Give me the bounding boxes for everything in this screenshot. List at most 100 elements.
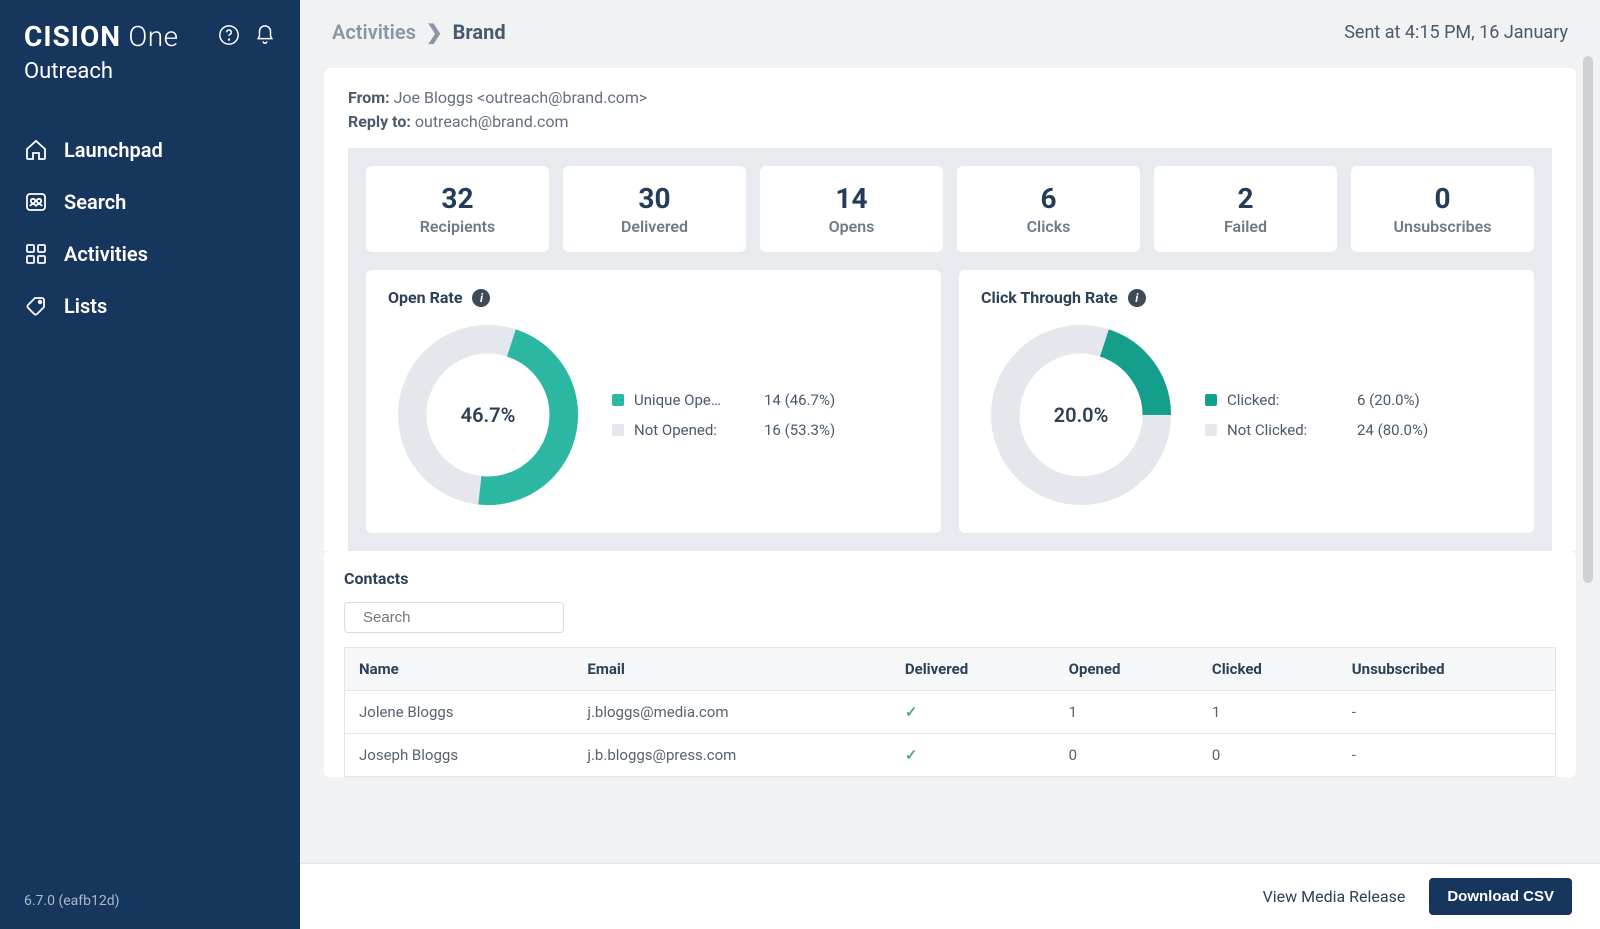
contacts-icon bbox=[24, 190, 48, 214]
sidebar-item-label: Activities bbox=[64, 242, 148, 266]
table-header: Name bbox=[345, 648, 574, 691]
reply-to-line: Reply to: outreach@brand.com bbox=[348, 110, 1552, 134]
help-icon[interactable] bbox=[218, 24, 240, 50]
stat-label: Unsubscribes bbox=[1359, 217, 1526, 236]
cell-delivered: ✓ bbox=[891, 691, 1055, 734]
breadcrumb-parent[interactable]: Activities bbox=[332, 20, 416, 44]
stat-box: 6 Clicks bbox=[957, 166, 1140, 252]
sidebar-item-launchpad[interactable]: Launchpad bbox=[0, 124, 300, 176]
stat-box: 14 Opens bbox=[760, 166, 943, 252]
stat-box: 0 Unsubscribes bbox=[1351, 166, 1534, 252]
from-line: From: Joe Bloggs <outreach@brand.com> bbox=[348, 86, 1552, 110]
cell-opened: 1 bbox=[1055, 691, 1198, 734]
stat-label: Delivered bbox=[571, 217, 738, 236]
cell-delivered: ✓ bbox=[891, 734, 1055, 777]
scrollbar[interactable] bbox=[1583, 56, 1593, 583]
table-row[interactable]: Joseph Bloggs j.b.bloggs@press.com ✓ 0 0… bbox=[345, 734, 1556, 777]
legend-swatch bbox=[1205, 424, 1217, 436]
app-logo: CISION One bbox=[24, 20, 179, 53]
bell-icon[interactable] bbox=[254, 24, 276, 50]
open-rate-value: 46.7% bbox=[388, 315, 588, 515]
stat-label: Failed bbox=[1162, 217, 1329, 236]
legend-swatch bbox=[612, 394, 624, 406]
sidebar-item-label: Launchpad bbox=[64, 138, 163, 162]
download-csv-button[interactable]: Download CSV bbox=[1429, 878, 1572, 915]
ctr-card: Click Through Rate i 20.0% Cli bbox=[959, 270, 1534, 533]
sidebar-item-label: Search bbox=[64, 190, 126, 214]
table-header: Email bbox=[573, 648, 890, 691]
contacts-search-input[interactable] bbox=[363, 609, 562, 626]
stat-label: Recipients bbox=[374, 217, 541, 236]
app-version: 6.7.0 (eafb12d) bbox=[0, 893, 300, 909]
stat-value: 30 bbox=[571, 182, 738, 215]
cell-clicked: 0 bbox=[1198, 734, 1338, 777]
tag-icon bbox=[24, 294, 48, 318]
breadcrumb: Activities ❯ Brand bbox=[332, 20, 506, 44]
contacts-title: Contacts bbox=[344, 569, 1556, 588]
stat-box: 2 Failed bbox=[1154, 166, 1337, 252]
sidebar-nav: Launchpad Search Activities Lists bbox=[0, 100, 300, 893]
legend-row: Unique Ope… 14 (46.7%) bbox=[612, 391, 919, 409]
legend-value: 16 (53.3%) bbox=[764, 421, 835, 439]
legend-label: Unique Ope… bbox=[634, 391, 754, 409]
sidebar-item-lists[interactable]: Lists bbox=[0, 280, 300, 332]
view-media-release-link[interactable]: View Media Release bbox=[1263, 887, 1406, 906]
cell-name: Joseph Bloggs bbox=[345, 734, 574, 777]
table-header: Unsubscribed bbox=[1338, 648, 1556, 691]
legend-value: 6 (20.0%) bbox=[1357, 391, 1420, 409]
contacts-card: Contacts NameEmailDeliveredOpenedClicked… bbox=[324, 551, 1576, 777]
legend-value: 24 (80.0%) bbox=[1357, 421, 1428, 439]
table-header: Delivered bbox=[891, 648, 1055, 691]
info-icon[interactable]: i bbox=[472, 289, 490, 307]
contacts-table: NameEmailDeliveredOpenedClickedUnsubscri… bbox=[344, 647, 1556, 777]
cell-email: j.bloggs@media.com bbox=[573, 691, 890, 734]
table-row[interactable]: Jolene Bloggs j.bloggs@media.com ✓ 1 1 - bbox=[345, 691, 1556, 734]
stats-row: 32 Recipients30 Delivered14 Opens6 Click… bbox=[366, 166, 1534, 252]
sent-timestamp: Sent at 4:15 PM, 16 January bbox=[1344, 22, 1568, 43]
home-icon bbox=[24, 138, 48, 162]
topbar: Activities ❯ Brand Sent at 4:15 PM, 16 J… bbox=[300, 0, 1600, 52]
chevron-right-icon: ❯ bbox=[426, 20, 443, 44]
breadcrumb-current: Brand bbox=[453, 20, 506, 44]
product-name: Outreach bbox=[24, 59, 276, 84]
legend-swatch bbox=[612, 424, 624, 436]
legend-label: Not Clicked: bbox=[1227, 421, 1347, 439]
legend-label: Clicked: bbox=[1227, 391, 1347, 409]
cell-opened: 0 bbox=[1055, 734, 1198, 777]
stat-value: 0 bbox=[1359, 182, 1526, 215]
message-meta-card: From: Joe Bloggs <outreach@brand.com> Re… bbox=[324, 68, 1576, 551]
check-icon: ✓ bbox=[905, 703, 918, 721]
table-header: Clicked bbox=[1198, 648, 1338, 691]
check-icon: ✓ bbox=[905, 746, 918, 764]
footer-bar: View Media Release Download CSV bbox=[300, 863, 1600, 929]
contacts-search[interactable] bbox=[344, 602, 564, 633]
sidebar-item-search[interactable]: Search bbox=[0, 176, 300, 228]
stat-label: Opens bbox=[768, 217, 935, 236]
legend-row: Clicked: 6 (20.0%) bbox=[1205, 391, 1512, 409]
sidebar: CISION One Outreach Launchpad Search Act… bbox=[0, 0, 300, 929]
ctr-value: 20.0% bbox=[981, 315, 1181, 515]
legend-label: Not Opened: bbox=[634, 421, 754, 439]
cell-unsub: - bbox=[1338, 691, 1556, 734]
legend-row: Not Clicked: 24 (80.0%) bbox=[1205, 421, 1512, 439]
legend-value: 14 (46.7%) bbox=[764, 391, 835, 409]
legend-swatch bbox=[1205, 394, 1217, 406]
ctr-title: Click Through Rate bbox=[981, 288, 1118, 307]
stat-value: 2 bbox=[1162, 182, 1329, 215]
legend-row: Not Opened: 16 (53.3%) bbox=[612, 421, 919, 439]
cell-name: Jolene Bloggs bbox=[345, 691, 574, 734]
sidebar-item-label: Lists bbox=[64, 294, 107, 318]
cell-email: j.b.bloggs@press.com bbox=[573, 734, 890, 777]
table-header: Opened bbox=[1055, 648, 1198, 691]
open-rate-title: Open Rate bbox=[388, 288, 462, 307]
main: Activities ❯ Brand Sent at 4:15 PM, 16 J… bbox=[300, 0, 1600, 929]
stat-label: Clicks bbox=[965, 217, 1132, 236]
sidebar-item-activities[interactable]: Activities bbox=[0, 228, 300, 280]
cell-clicked: 1 bbox=[1198, 691, 1338, 734]
stat-box: 32 Recipients bbox=[366, 166, 549, 252]
stat-box: 30 Delivered bbox=[563, 166, 746, 252]
info-icon[interactable]: i bbox=[1128, 289, 1146, 307]
stat-value: 32 bbox=[374, 182, 541, 215]
stat-value: 14 bbox=[768, 182, 935, 215]
grid-icon bbox=[24, 242, 48, 266]
